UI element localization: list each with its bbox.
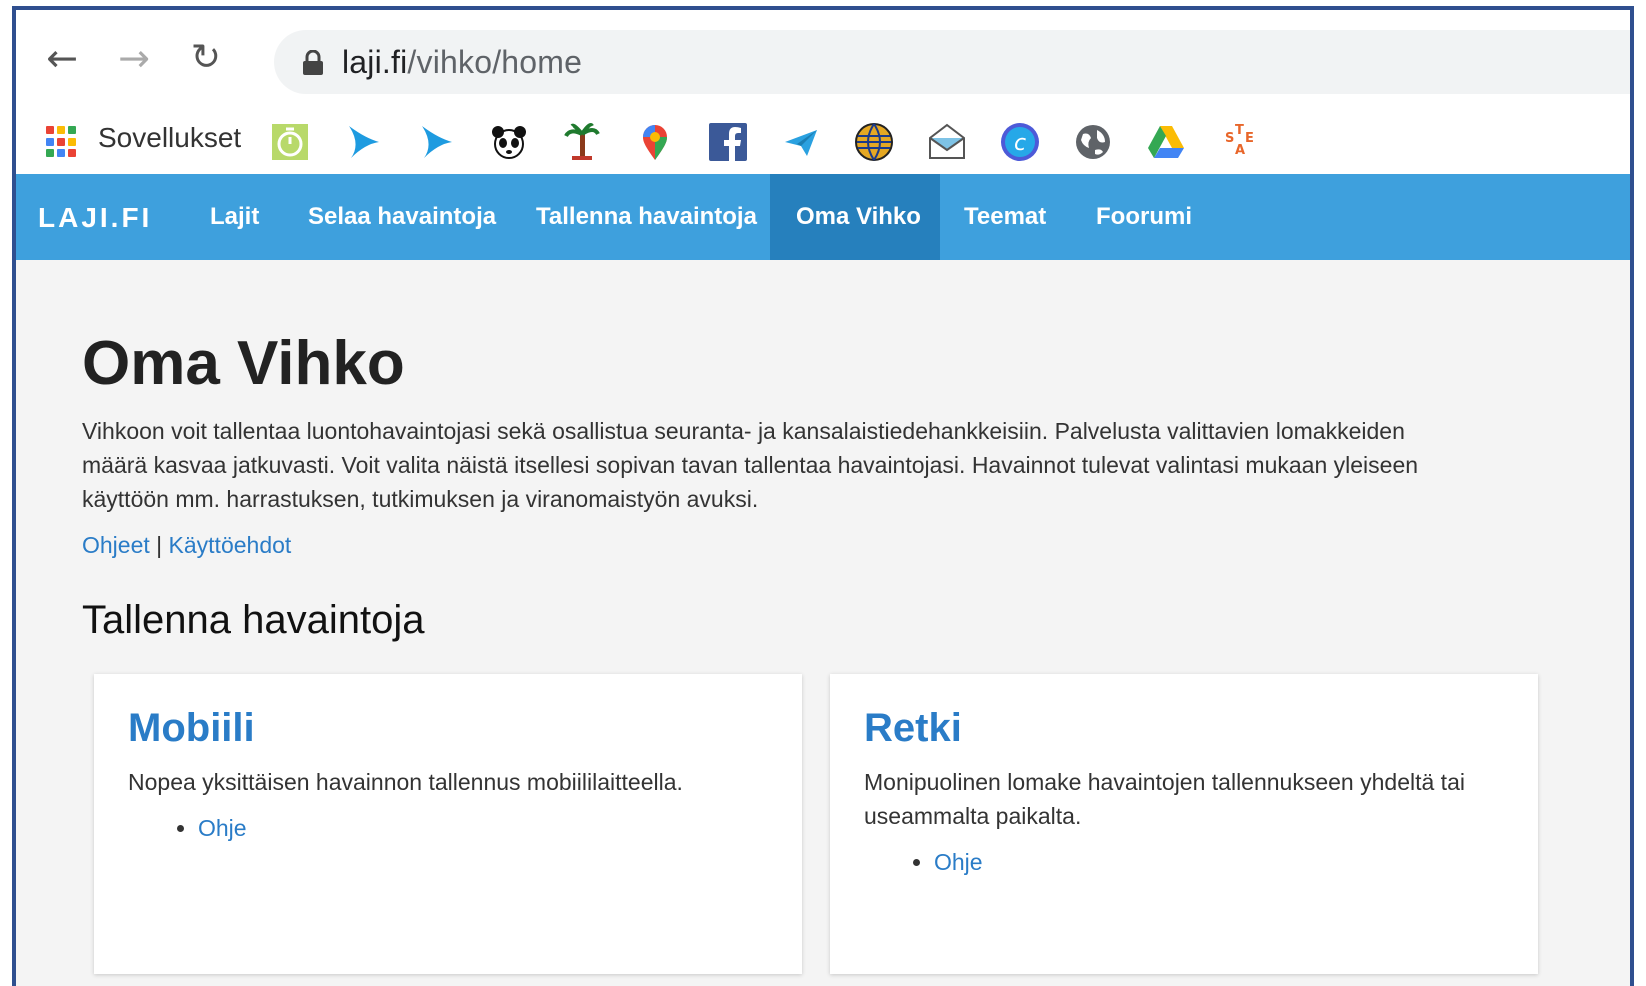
nav-item-lajit[interactable]: Lajit xyxy=(184,174,285,260)
site-navbar: LAJI.FI Lajit Selaa havaintoja Tallenna … xyxy=(16,174,1630,260)
maps-pin-icon[interactable] xyxy=(633,120,677,164)
section-title: Tallenna havaintoja xyxy=(82,598,425,642)
nav-item-foorumi[interactable]: Foorumi xyxy=(1070,174,1218,260)
wwf-panda-icon[interactable] xyxy=(487,120,531,164)
nav-item-tallenna-havaintoja[interactable]: Tallenna havaintoja xyxy=(510,174,783,260)
terms-link[interactable]: Käyttöehdot xyxy=(169,532,292,558)
card-mobiili[interactable]: Mobiili Nopea yksittäisen havainnon tall… xyxy=(94,674,802,974)
paper-plane-icon[interactable] xyxy=(779,120,823,164)
nav-item-oma-vihko[interactable]: Oma Vihko xyxy=(770,174,940,260)
url-path: /vihko/home xyxy=(407,44,583,80)
state-logo-icon[interactable]: STEA xyxy=(1217,120,1261,164)
bookmarks-bar: Sovellukset c S T E A xyxy=(16,110,1630,174)
page-title: Oma Vihko xyxy=(82,329,405,398)
card-title[interactable]: Mobiili xyxy=(128,706,768,751)
svg-text:A: A xyxy=(1235,143,1245,158)
help-links: Ohjeet | Käyttöehdot xyxy=(82,532,291,559)
list-item: Ohje xyxy=(934,849,1504,876)
svg-text:S: S xyxy=(1225,131,1234,146)
help-link[interactable]: Ohjeet xyxy=(82,532,150,558)
url-text: laji.fi/vihko/home xyxy=(342,44,582,81)
svg-text:T: T xyxy=(1235,123,1244,138)
address-bar[interactable]: laji.fi/vihko/home xyxy=(274,30,1630,94)
list-item: Ohje xyxy=(198,815,768,842)
swift-bird-icon[interactable] xyxy=(341,120,385,164)
facebook-icon[interactable] xyxy=(706,120,750,164)
apps-label[interactable]: Sovellukset xyxy=(98,122,241,154)
google-drive-icon[interactable] xyxy=(1144,120,1188,164)
c-circle-icon[interactable]: c xyxy=(998,120,1042,164)
card-links: Ohje xyxy=(864,849,1504,876)
lock-icon xyxy=(303,50,323,75)
apps-grid-icon[interactable] xyxy=(46,126,78,158)
arrow-right-icon[interactable]: → xyxy=(112,36,156,80)
browser-toolbar: ← → ↻ laji.fi/vihko/home xyxy=(16,10,1630,110)
link-separator: | xyxy=(156,532,163,558)
intro-text: Vihkoon voit tallentaa luontohavaintojas… xyxy=(82,418,1419,512)
palm-tree-icon[interactable] xyxy=(560,120,604,164)
arrow-left-icon[interactable]: ← xyxy=(40,36,84,80)
card-title[interactable]: Retki xyxy=(864,706,1504,751)
card-help-link[interactable]: Ohje xyxy=(198,815,247,841)
card-help-link[interactable]: Ohje xyxy=(934,849,983,875)
swift-bird-icon[interactable] xyxy=(414,120,458,164)
world-icon[interactable] xyxy=(1071,120,1115,164)
envelope-icon[interactable] xyxy=(925,120,969,164)
url-host: laji.fi xyxy=(342,44,408,80)
card-links: Ohje xyxy=(128,815,768,842)
card-description: Nopea yksittäisen havainnon tallennus mo… xyxy=(128,769,683,795)
site-logo[interactable]: LAJI.FI xyxy=(38,202,152,234)
svg-text:c: c xyxy=(1014,131,1026,156)
stopwatch-icon[interactable] xyxy=(268,120,312,164)
card-description: Monipuolinen lomake havaintojen tallennu… xyxy=(864,769,1465,829)
reload-icon[interactable]: ↻ xyxy=(184,36,228,80)
globe-lines-icon[interactable] xyxy=(852,120,896,164)
svg-text:E: E xyxy=(1245,131,1254,146)
card-retki[interactable]: Retki Monipuolinen lomake havaintojen ta… xyxy=(830,674,1538,974)
nav-item-teemat[interactable]: Teemat xyxy=(938,174,1072,260)
browser-window: ← → ↻ laji.fi/vihko/home Sovellukset c S… xyxy=(12,6,1634,986)
nav-item-selaa-havaintoja[interactable]: Selaa havaintoja xyxy=(282,174,522,260)
